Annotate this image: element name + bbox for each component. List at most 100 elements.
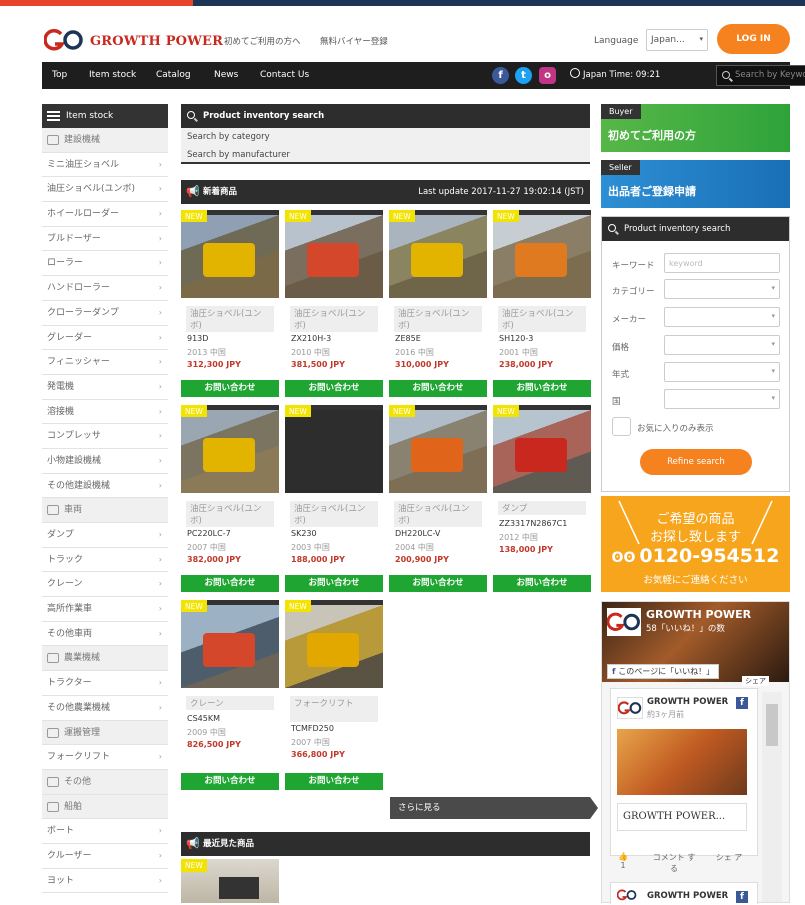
facebook-icon[interactable]: f	[492, 67, 509, 84]
product-model[interactable]: ZZ3317N2867C1	[499, 519, 567, 528]
language-select[interactable]: Japan... ▾	[646, 29, 708, 51]
sidebar-category[interactable]: 農業機械	[42, 646, 168, 672]
sidebar-item[interactable]: ホイールローダー ›	[42, 202, 168, 227]
product-image[interactable]	[493, 210, 591, 298]
product-card[interactable]: NEW 油圧ショベル(ユンボ) ZE85E 2016 中国 310,000 JPY お問い…	[389, 210, 487, 397]
facebook-like-button[interactable]: f このページに「いいね！」	[607, 664, 720, 679]
seller-banner[interactable]: Seller 出品者ご登録申請	[601, 160, 790, 208]
product-card[interactable]: NEW 油圧ショベル(ユンボ) SH120-3 2001 中国 238,000 JPY お…	[493, 210, 591, 397]
brand-name[interactable]: GROWTH POWER	[90, 34, 223, 49]
product-card[interactable]: NEW 油圧ショベル(ユンボ) 913D 2013 中国 312,300 JPY お問い合…	[181, 210, 279, 397]
product-image[interactable]	[285, 405, 383, 493]
nav-contact[interactable]: Contact Us	[260, 62, 309, 89]
product-model[interactable]: TCMFD250	[291, 724, 334, 733]
sidebar-item[interactable]: その他車両 ›	[42, 621, 168, 647]
product-card[interactable]: NEW 油圧ショベル(ユンボ) PC220LC-7 2007 中国 382,000 JP…	[181, 405, 279, 592]
product-image[interactable]	[181, 600, 279, 688]
year-select[interactable]: ▾	[664, 362, 780, 382]
sidebar-item[interactable]: ハンドローラー ›	[42, 276, 168, 301]
sidebar-item[interactable]: ミニ油圧ショベル ›	[42, 152, 168, 178]
contact-button[interactable]: お問い合わせ	[285, 575, 383, 592]
sidebar-item[interactable]: 発電機 ›	[42, 374, 168, 400]
sidebar-category[interactable]: 建設機械	[42, 128, 168, 153]
contact-button[interactable]: お問い合わせ	[389, 380, 487, 397]
sidebar-item[interactable]: フィニッシャー ›	[42, 350, 168, 375]
product-card[interactable]: NEW 油圧ショベル(ユンボ) SK230 2003 中国 188,000 JPY お問い…	[285, 405, 383, 592]
sidebar-item[interactable]: トラック ›	[42, 547, 168, 573]
contact-button[interactable]: お問い合わせ	[285, 773, 383, 790]
sidebar-item[interactable]: ローラー ›	[42, 251, 168, 277]
sidebar-item[interactable]: トラクター ›	[42, 671, 168, 696]
country-select[interactable]: ▾	[664, 389, 780, 409]
sidebar-category[interactable]: 船舶	[42, 794, 168, 820]
sidebar-item[interactable]: クローラーダンプ ›	[42, 300, 168, 326]
post-comment-action[interactable]: コメント する	[650, 852, 698, 874]
nav-item-stock[interactable]: Item stock	[89, 62, 136, 89]
favorites-checkbox[interactable]	[612, 417, 631, 436]
sidebar-item[interactable]: ヨット ›	[42, 868, 168, 894]
twitter-icon[interactable]: t	[515, 67, 532, 84]
scrollbar-thumb[interactable]	[766, 704, 778, 746]
contact-button[interactable]: お問い合わせ	[181, 773, 279, 790]
sidebar-item[interactable]: その他農業機械 ›	[42, 695, 168, 721]
product-model[interactable]: ZE85E	[395, 334, 421, 343]
contact-button[interactable]: お問い合わせ	[493, 575, 591, 592]
keyword-input[interactable]: keyword	[664, 253, 780, 273]
product-card[interactable]: NEW 油圧ショベル(ユンボ) DH220LC-V 2004 中国 200,900 JP…	[389, 405, 487, 592]
sidebar-item[interactable]: ダンプ ›	[42, 523, 168, 548]
sidebar-category[interactable]: 車両	[42, 498, 168, 523]
nav-news[interactable]: News	[214, 62, 238, 89]
category-select[interactable]: ▾	[664, 279, 780, 299]
post-author[interactable]: GROWTH POWER	[647, 697, 728, 707]
product-model[interactable]: DH220LC-V	[395, 529, 440, 538]
contact-button[interactable]: お問い合わせ	[285, 380, 383, 397]
search-by-category-link[interactable]: Search by category	[181, 128, 590, 146]
nav-search-input[interactable]: Search by Keywor	[716, 65, 805, 86]
product-image[interactable]	[389, 210, 487, 298]
product-card[interactable]: NEW ダンプ ZZ3317N2867C1 2012 中国 138,000 JPY お問い…	[493, 405, 591, 592]
product-model[interactable]: ZX210H-3	[291, 334, 331, 343]
facebook-scrollbar[interactable]	[762, 692, 782, 902]
product-image[interactable]	[285, 210, 383, 298]
search-request-ad[interactable]: ご希望の商品 お探し致します ʘʘ 0120-954512 お気軽にご連絡ください	[601, 496, 790, 592]
first-time-link[interactable]: 初めてご利用の方へ	[224, 35, 301, 47]
post-author[interactable]: GROWTH POWER	[647, 891, 728, 901]
see-more-button[interactable]: さらに見る	[390, 797, 598, 819]
contact-button[interactable]: お問い合わせ	[181, 575, 279, 592]
sidebar-category[interactable]: 運搬管理	[42, 720, 168, 746]
product-model[interactable]: SK230	[291, 529, 317, 538]
sidebar-item[interactable]: ボート ›	[42, 819, 168, 844]
maker-select[interactable]: ▾	[664, 307, 780, 327]
buyer-banner[interactable]: Buyer 初めてご利用の方	[601, 104, 790, 152]
nav-top[interactable]: Top	[52, 62, 67, 89]
sidebar-item[interactable]: クレーン ›	[42, 572, 168, 598]
product-card[interactable]: NEW フォークリフト TCMFD250 2007 中国 366,800 JPY お問い合…	[285, 600, 383, 790]
growth-power-logo[interactable]	[44, 29, 84, 51]
facebook-post-2[interactable]: GROWTH POWER f	[610, 882, 758, 904]
nav-catalog[interactable]: Catalog	[156, 62, 191, 89]
product-image[interactable]	[285, 600, 383, 688]
product-model[interactable]: PC220LC-7	[187, 529, 231, 538]
sidebar-item[interactable]: 溶接機 ›	[42, 399, 168, 425]
product-image[interactable]	[389, 405, 487, 493]
facebook-page-name[interactable]: GROWTH POWER	[646, 608, 751, 621]
product-card[interactable]: NEW クレーン CS45KM 2009 中国 826,500 JPY お問い合わせ	[181, 600, 279, 790]
buyer-register-link[interactable]: 無料バイヤー登録	[320, 35, 388, 47]
product-image[interactable]	[181, 210, 279, 298]
price-select[interactable]: ▾	[664, 335, 780, 355]
sidebar-item[interactable]: 高所作業車 ›	[42, 597, 168, 622]
product-card[interactable]: NEW 油圧ショベル(ユンボ) ZX210H-3 2010 中国 381,500 JPY…	[285, 210, 383, 397]
facebook-post[interactable]: GROWTH POWER f 約3ヶ月前 GROWTH POWER...	[610, 688, 758, 856]
sidebar-item[interactable]: 油圧ショベル(ユンボ) ›	[42, 177, 168, 203]
sidebar-item[interactable]: 小物建設機械 ›	[42, 448, 168, 474]
facebook-page-logo[interactable]	[606, 608, 641, 636]
product-model[interactable]: CS45KM	[187, 714, 220, 723]
product-model[interactable]: SH120-3	[499, 334, 533, 343]
post-link-title[interactable]: GROWTH POWER...	[617, 803, 747, 831]
facebook-share-button[interactable]: シェア	[742, 676, 769, 686]
product-model[interactable]: 913D	[187, 334, 208, 343]
contact-button[interactable]: お問い合わせ	[493, 380, 591, 397]
sidebar-item[interactable]: その他建設機械 ›	[42, 473, 168, 499]
post-image[interactable]	[617, 729, 747, 795]
sidebar-item[interactable]: グレーダー ›	[42, 325, 168, 351]
